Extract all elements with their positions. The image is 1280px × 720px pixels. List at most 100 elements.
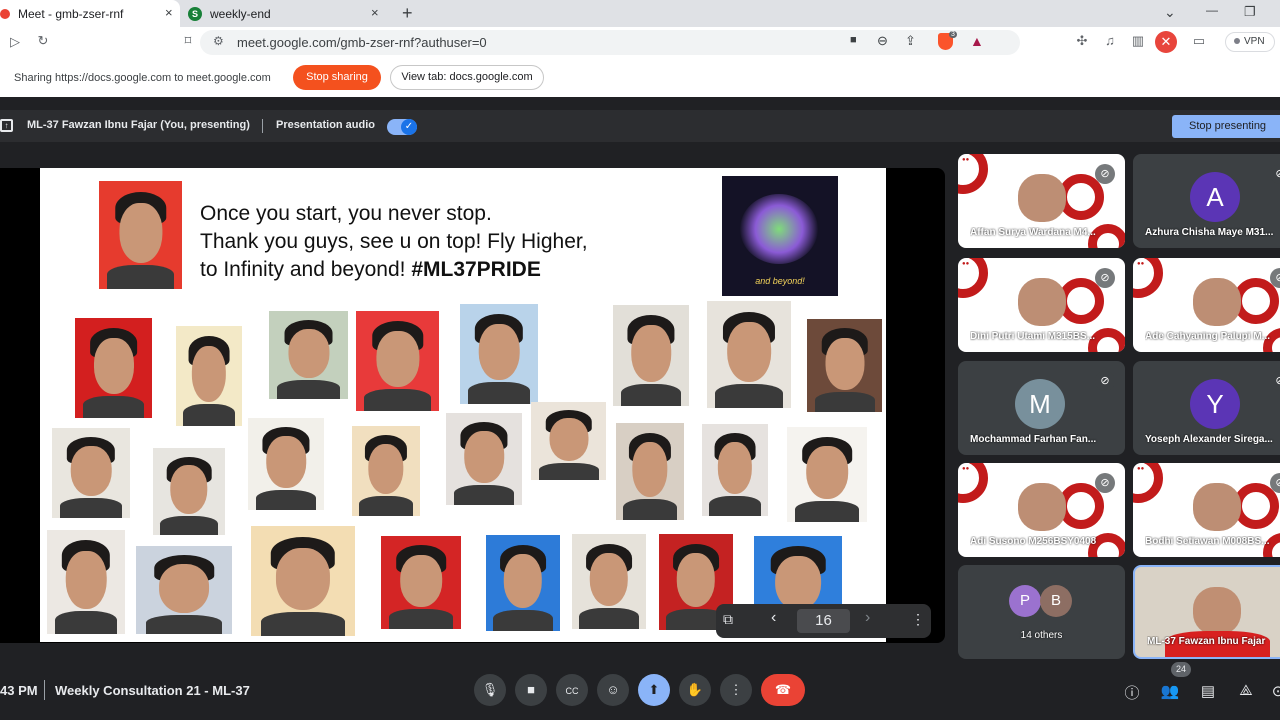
people-count-badge: 24 (1171, 662, 1191, 677)
captions-button[interactable]: CC (556, 674, 588, 706)
shoulders (276, 379, 341, 399)
member-photo (251, 526, 355, 636)
participant-tile[interactable]: ●●⊘Bodhi Setiawan M008BS... (1133, 463, 1280, 557)
slide-controls: ⧉ ‹ 16 › ⋮ (716, 604, 931, 638)
shoulders (579, 608, 639, 629)
bookmark-icon[interactable]: ⌑ (179, 33, 197, 49)
participant-tile[interactable]: P B 14 others (958, 565, 1125, 659)
participant-tile[interactable]: A ⊘ Azhura Chisha Maye M31... (1133, 154, 1280, 248)
member-photo (75, 318, 152, 418)
participant-name: Mochammad Farhan Fan... (970, 434, 1097, 445)
muted-mic-icon: ⊘ (1095, 164, 1115, 184)
shoulders (814, 391, 875, 412)
host-controls-icon[interactable]: ⊙ (1268, 682, 1280, 700)
sheets-favicon-icon: S (188, 6, 202, 21)
minimize-icon[interactable]: — (1206, 3, 1218, 17)
camera-icon: ■ (527, 682, 535, 697)
shoulders (622, 498, 678, 520)
present-button[interactable]: ⬆ (638, 674, 670, 706)
view-tab-button[interactable]: View tab: docs.google.com (390, 65, 544, 90)
browser-toolbar: ▷ ↻ ⌑ ⚙ meet.google.com/gmb-zser-rnf?aut… (0, 27, 1280, 57)
sharing-status-text: Sharing https://docs.google.com to meet.… (14, 72, 271, 84)
shoulders (364, 389, 431, 411)
tab-meet-title: Meet - gmb-zser-rnf (18, 6, 124, 21)
site-info-icon[interactable]: ⚙ (213, 34, 224, 48)
participant-tile[interactable]: ML-37 Fawzan Ibnu Fajar (1133, 565, 1280, 659)
slide-more-icon[interactable]: ⋮ (911, 611, 925, 628)
participant-tile[interactable]: ●● ⊘ Affan Surya Wardana M4... (958, 154, 1125, 248)
raise-hand-button[interactable]: ✋ (679, 674, 711, 706)
reload-icon[interactable]: ↻ (34, 33, 52, 49)
previous-slide-icon[interactable]: ‹ (771, 609, 776, 627)
tab-weekly-end-title: weekly-end (210, 6, 271, 21)
face (93, 338, 134, 394)
profile-avatar[interactable]: ✕ (1155, 31, 1177, 53)
slide-line-1: Once you start, you never stop. (200, 202, 492, 225)
shoulders (358, 496, 414, 516)
shoulders (182, 404, 236, 426)
shoulders (255, 489, 317, 510)
stop-presenting-button[interactable]: Stop presenting (1172, 115, 1280, 138)
participant-tile[interactable]: ●● ⊘ Adi Susono M256BSY0408 (958, 463, 1125, 557)
shoulders (160, 515, 218, 535)
forward-icon[interactable]: ▷ (6, 34, 24, 50)
face (549, 417, 588, 462)
media-icon[interactable]: ♫ (1101, 33, 1119, 48)
restore-icon[interactable]: ❐ (1244, 4, 1256, 20)
meeting-info-icon[interactable]: ⓘ (1122, 682, 1142, 703)
extensions-icon[interactable]: ✣ (1073, 33, 1091, 49)
emoji-button[interactable]: ☺ (597, 674, 629, 706)
member-photo (460, 304, 538, 404)
tab-weekly-end[interactable]: S weekly-end × (188, 0, 388, 27)
stop-sharing-button[interactable]: Stop sharing (293, 65, 381, 90)
present-icon: ⬆ (648, 682, 660, 697)
wallet-icon[interactable]: ▭ (1190, 33, 1208, 49)
divider (44, 680, 45, 700)
people-icon[interactable]: 👥 (1160, 682, 1180, 700)
new-tab-button[interactable]: + (402, 3, 413, 24)
participant-tile[interactable]: Y ⊘ Yoseph Alexander Sirega... (1133, 361, 1280, 455)
participant-tile[interactable]: ●●⊘Ade Cahyaning Palupi M... (1133, 258, 1280, 352)
face (478, 324, 520, 380)
shoulders (493, 609, 553, 631)
participant-tile[interactable]: ●● ⊘ Dini Putri Utami M315BS... (958, 258, 1125, 352)
presenting-bar: ↑ ML-37 Fawzan Ibnu Fajar (You, presenti… (0, 110, 1280, 142)
face (676, 553, 716, 607)
face (825, 337, 864, 390)
chat-icon[interactable]: ▤ (1198, 682, 1218, 700)
tab-meet[interactable]: Meet - gmb-zser-rnf × (0, 0, 180, 27)
next-slide-icon[interactable]: › (865, 609, 870, 627)
more-options-button[interactable]: ⋮ (720, 674, 752, 706)
participant-avatar: Y (1190, 379, 1240, 429)
rewards-icon[interactable]: ▲ (970, 33, 984, 49)
url-text: meet.google.com/gmb-zser-rnf?authuser=0 (237, 35, 487, 50)
slide-page-number[interactable]: 16 (797, 609, 850, 633)
slide-grid-icon[interactable]: ⧉ (723, 611, 733, 628)
member-photo (99, 181, 182, 289)
activities-icon[interactable]: ⟁ (1236, 682, 1256, 699)
tab-search-icon[interactable]: ⌄ (1164, 4, 1176, 21)
vpn-button[interactable]: VPN (1225, 32, 1275, 52)
shoulders (261, 611, 345, 636)
member-photo (52, 428, 130, 518)
sidebar-icon[interactable]: ▥ (1129, 33, 1147, 49)
presentation-audio-toggle[interactable]: ✓ (387, 119, 417, 135)
meeting-title: Weekly Consultation 21 - ML-37 (55, 683, 250, 698)
camera-indicator-icon[interactable]: ■ (850, 34, 857, 46)
member-photo (381, 536, 461, 629)
participant-tile[interactable]: M ⊘ Mochammad Farhan Fan... (958, 361, 1125, 455)
captions-icon: CC (565, 686, 579, 696)
close-tab-icon[interactable]: × (371, 5, 379, 20)
mic-button[interactable]: 🎙 (474, 674, 506, 706)
close-tab-icon[interactable]: × (165, 5, 173, 20)
end-call-button[interactable]: ☎ (761, 674, 805, 706)
zoom-icon[interactable]: ⊖ (877, 33, 888, 49)
address-bar[interactable]: ⚙ meet.google.com/gmb-zser-rnf?authuser=… (200, 30, 1020, 55)
camera-button[interactable]: ■ (515, 674, 547, 706)
others-avatar: B (1040, 585, 1072, 617)
face (159, 563, 209, 613)
participant-name: 14 others (1020, 630, 1063, 641)
member-photo (352, 426, 420, 516)
share-icon[interactable]: ⇪ (905, 33, 916, 49)
shoulders (715, 384, 783, 408)
